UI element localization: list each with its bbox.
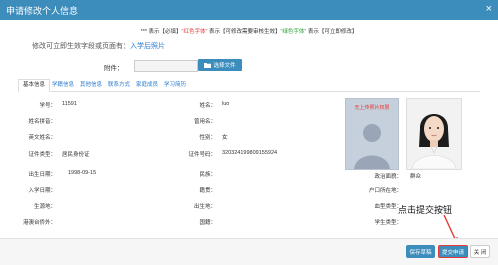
info-tabs: 基本信息 学籍信息 其他信息 联系方式 家庭成员 学习简历 <box>18 79 480 92</box>
edit-personal-info-dialog: 申请修改个人信息 × *** 表示【必填】"红色字体" 表示【可修改需要审核生效… <box>0 0 498 265</box>
attachment-input[interactable] <box>134 60 198 72</box>
legend-green-sample: "绿色字体" <box>280 29 307 35</box>
student-id-value: 11591 <box>62 101 77 107</box>
tab-study-history[interactable]: 学习简历 <box>160 79 190 91</box>
ethnicity-label: 民族： <box>199 172 216 178</box>
legend-red-sample: "红色字体" <box>181 29 208 35</box>
nationality-label: 国籍： <box>199 220 216 226</box>
id-number-label: 证件号码： <box>188 152 216 158</box>
close-icon[interactable]: × <box>486 3 492 15</box>
political-status-label: 政治面貌： <box>374 174 402 180</box>
tab-other-info[interactable]: 其他信息 <box>76 79 106 91</box>
english-name-label: 英文姓名： <box>28 135 56 141</box>
choose-file-button[interactable]: 选择文件 <box>198 59 242 71</box>
save-draft-button[interactable]: 保存草稿 <box>406 245 435 258</box>
name-value: luo <box>222 101 230 107</box>
submit-application-button[interactable]: 提交申请 <box>438 245 468 258</box>
student-portrait-photo <box>406 98 462 170</box>
tab-basic-info[interactable]: 基本信息 <box>18 79 51 92</box>
choose-file-label: 选择文件 <box>213 63 236 69</box>
political-status-value: 群众 <box>410 174 422 180</box>
source-place-label: 生源地： <box>33 204 56 210</box>
id-number-value: 320324199809155924 <box>222 150 278 156</box>
hukou-label: 户口所在地： <box>368 188 402 194</box>
birth-date-value: 1998-09-15 <box>68 170 97 176</box>
tab-contact[interactable]: 联系方式 <box>104 79 134 91</box>
birth-date-label: 出生日期： <box>28 172 56 178</box>
field-color-legend: *** 表示【必填】"红色字体" 表示【可修改需要审核生效】"绿色字体" 表示【… <box>0 27 498 35</box>
close-button[interactable]: 关 闭 <box>470 245 490 258</box>
tab-enrollment-info[interactable]: 学籍信息 <box>48 79 78 91</box>
birthplace-label: 出生地： <box>193 204 216 210</box>
dialog-title: 申请修改个人信息 <box>6 6 79 16</box>
attachment-label: 附件： <box>104 65 124 72</box>
former-name-label: 曾用名： <box>193 119 216 125</box>
hint-link-photo[interactable]: 入学后照片 <box>130 43 165 50</box>
name-pinyin-label: 姓名拼音： <box>28 119 56 125</box>
gender-value: 女 <box>222 135 228 141</box>
enrollment-photo-placeholder: 无上传照片权限 <box>345 98 399 170</box>
tab-family[interactable]: 家庭成员 <box>132 79 162 91</box>
person-silhouette-icon <box>354 124 390 169</box>
enroll-date-label: 入学日期： <box>28 188 56 194</box>
student-id-label: 学号： <box>39 103 56 109</box>
name-label: 姓名： <box>199 103 216 109</box>
legend-red-meaning: 表示【可修改需要审核生效】 <box>207 29 281 35</box>
legend-required: *** 表示【必填】 <box>140 29 182 35</box>
student-category-label: 学生类型： <box>374 220 402 226</box>
id-type-value: 居民身份证 <box>62 152 90 158</box>
native-place-label: 籍贯： <box>199 188 216 194</box>
folder-icon <box>204 63 212 68</box>
gender-label: 性别： <box>199 135 216 141</box>
portrait-image <box>407 99 461 169</box>
legend-green-meaning: 表示【可立即修改】 <box>306 29 358 35</box>
id-type-label: 证件类型： <box>28 152 56 158</box>
dialog-titlebar: 申请修改个人信息 × <box>0 0 498 20</box>
hint-prefix: 修改可立即生效字段或页面有： <box>32 43 130 50</box>
instant-edit-hint: 修改可立即生效字段或页面有：入学后照片 <box>32 41 165 51</box>
hk-macau-taiwan-label: 港澳台侨外： <box>22 220 56 226</box>
